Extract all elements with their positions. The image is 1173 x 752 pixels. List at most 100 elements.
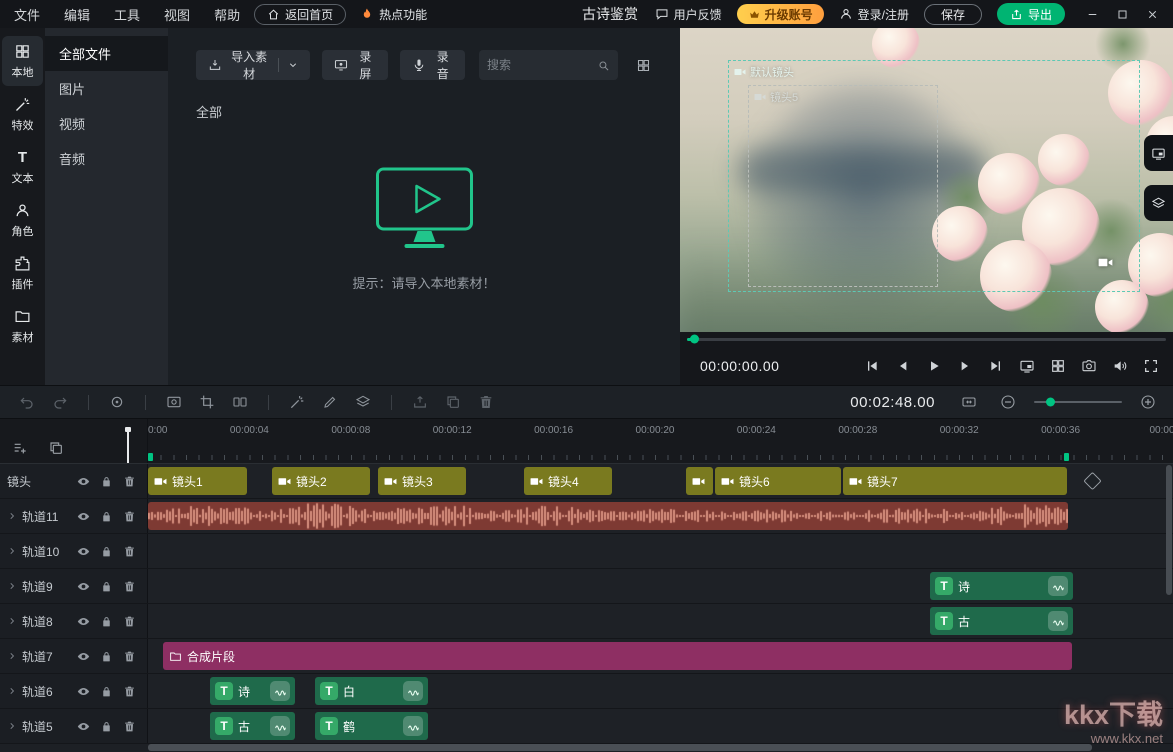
save-button[interactable]: 保存 [924,4,982,25]
lock-track-button[interactable] [97,647,115,665]
timeline-clip[interactable]: T古 [210,712,295,740]
close-button[interactable] [1146,8,1159,21]
sidebar-item-person[interactable]: 角色 [2,195,43,245]
zoom-slider-handle[interactable] [1046,398,1055,407]
add-to-track-button[interactable] [48,440,64,456]
chevron-right-icon[interactable] [7,721,17,731]
toggle-visibility-button[interactable] [74,647,92,665]
timeline-clip[interactable] [148,502,1068,530]
upgrade-account-button[interactable]: 升级账号 [737,4,824,24]
chevron-right-icon[interactable] [7,546,17,556]
timeline-clip[interactable]: T诗 [930,572,1073,600]
maximize-button[interactable] [1116,8,1129,21]
volume-button[interactable] [1112,358,1128,374]
sidebar-item-text[interactable]: T文本 [2,142,43,192]
record-screen-button[interactable]: 录屏 [322,50,387,80]
timeline-clip[interactable]: 镜头7 [843,467,1067,495]
record-audio-button[interactable]: 录音 [400,50,465,80]
chevron-right-icon[interactable] [7,616,17,626]
timeline-clip[interactable]: 合成片段 [163,642,1072,670]
split-button[interactable] [227,389,253,415]
search-input[interactable] [487,58,591,72]
layers-button[interactable] [350,389,376,415]
manage-tracks-button[interactable] [12,440,28,456]
sidebar-item-plugin[interactable]: 插件 [2,248,43,298]
delete-track-button[interactable] [120,612,138,630]
undo-button[interactable] [14,389,40,415]
animation-badge[interactable] [270,681,290,701]
category-item[interactable]: 图片 [45,71,168,106]
snapshot-button[interactable] [1081,358,1097,374]
delete-track-button[interactable] [120,507,138,525]
copy-button[interactable] [440,389,466,415]
menu-帮助[interactable]: 帮助 [214,5,240,24]
toggle-visibility-button[interactable] [74,507,92,525]
timeline-clip[interactable]: 镜头3 [378,467,466,495]
chevron-right-icon[interactable] [7,511,17,521]
lock-track-button[interactable] [97,472,115,490]
back-home-button[interactable]: 返回首页 [254,4,346,25]
import-material-button[interactable]: 导入素材 [196,50,310,80]
toggle-visibility-button[interactable] [74,717,92,735]
chevron-right-icon[interactable] [7,581,17,591]
category-item[interactable]: 音频 [45,141,168,176]
timeline-clip[interactable]: T鹤 [315,712,428,740]
toggle-visibility-button[interactable] [74,682,92,700]
sidebar-item-magic[interactable]: 特效 [2,89,43,139]
timeline-clip[interactable]: 镜头1 [148,467,247,495]
lock-track-button[interactable] [97,507,115,525]
category-item[interactable]: 视频 [45,106,168,141]
mask-button[interactable] [161,389,187,415]
prev-clip-button[interactable] [864,358,880,374]
chevron-right-icon[interactable] [7,686,17,696]
fullscreen-button[interactable] [1143,358,1159,374]
preview-tool-pip-button[interactable] [1144,135,1173,171]
zoom-in-button[interactable] [1135,389,1161,415]
timeline-ruler[interactable]: 0:0000:00:0400:00:0800:00:1200:00:1600:0… [148,419,1173,463]
sidebar-item-folder[interactable]: 素材 [2,301,43,351]
lock-track-button[interactable] [97,577,115,595]
delete-track-button[interactable] [120,717,138,735]
category-item[interactable]: 全部文件 [45,36,168,71]
sidebar-item-apps[interactable]: 本地 [2,36,43,86]
toggle-visibility-button[interactable] [74,577,92,595]
timeline-clip[interactable]: T古 [930,607,1073,635]
animation-badge[interactable] [1048,576,1068,596]
timeline-clip[interactable]: 镜头5 [686,467,713,495]
playhead[interactable] [127,427,129,463]
animation-badge[interactable] [403,716,423,736]
zoom-slider[interactable] [1034,401,1122,403]
shot5-bounding-box[interactable]: 镜头5 [748,85,938,287]
toggle-visibility-button[interactable] [74,612,92,630]
crop-button[interactable] [194,389,220,415]
filter-all-tab[interactable]: 全部 [168,80,680,121]
delete-track-button[interactable] [120,472,138,490]
hot-features-button[interactable]: 热点功能 [360,6,427,23]
vertical-scrollbar[interactable] [1166,465,1172,595]
animation-badge[interactable] [1048,611,1068,631]
grid-view-button[interactable] [630,51,656,79]
edit-button[interactable] [317,389,343,415]
next-clip-button[interactable] [988,358,1004,374]
lock-track-button[interactable] [97,717,115,735]
menu-文件[interactable]: 文件 [14,5,40,24]
add-shot-button[interactable] [1083,472,1101,490]
seek-bar[interactable] [687,338,1166,341]
grid-button[interactable] [1050,358,1066,374]
extract-button[interactable] [407,389,433,415]
next-frame-button[interactable] [957,358,973,374]
delete-button[interactable] [473,389,499,415]
lock-track-button[interactable] [97,612,115,630]
range-marker-out[interactable] [1064,453,1069,461]
range-marker-in[interactable] [148,453,153,461]
play-button[interactable] [926,358,942,374]
pip-button[interactable] [1019,358,1035,374]
zoom-out-button[interactable] [995,389,1021,415]
seek-handle[interactable] [690,335,699,344]
animation-badge[interactable] [403,681,423,701]
horizontal-scrollbar[interactable] [148,744,1092,751]
keyframe-button[interactable] [104,389,130,415]
chroma-button[interactable] [284,389,310,415]
menu-工具[interactable]: 工具 [114,5,140,24]
toggle-visibility-button[interactable] [74,472,92,490]
